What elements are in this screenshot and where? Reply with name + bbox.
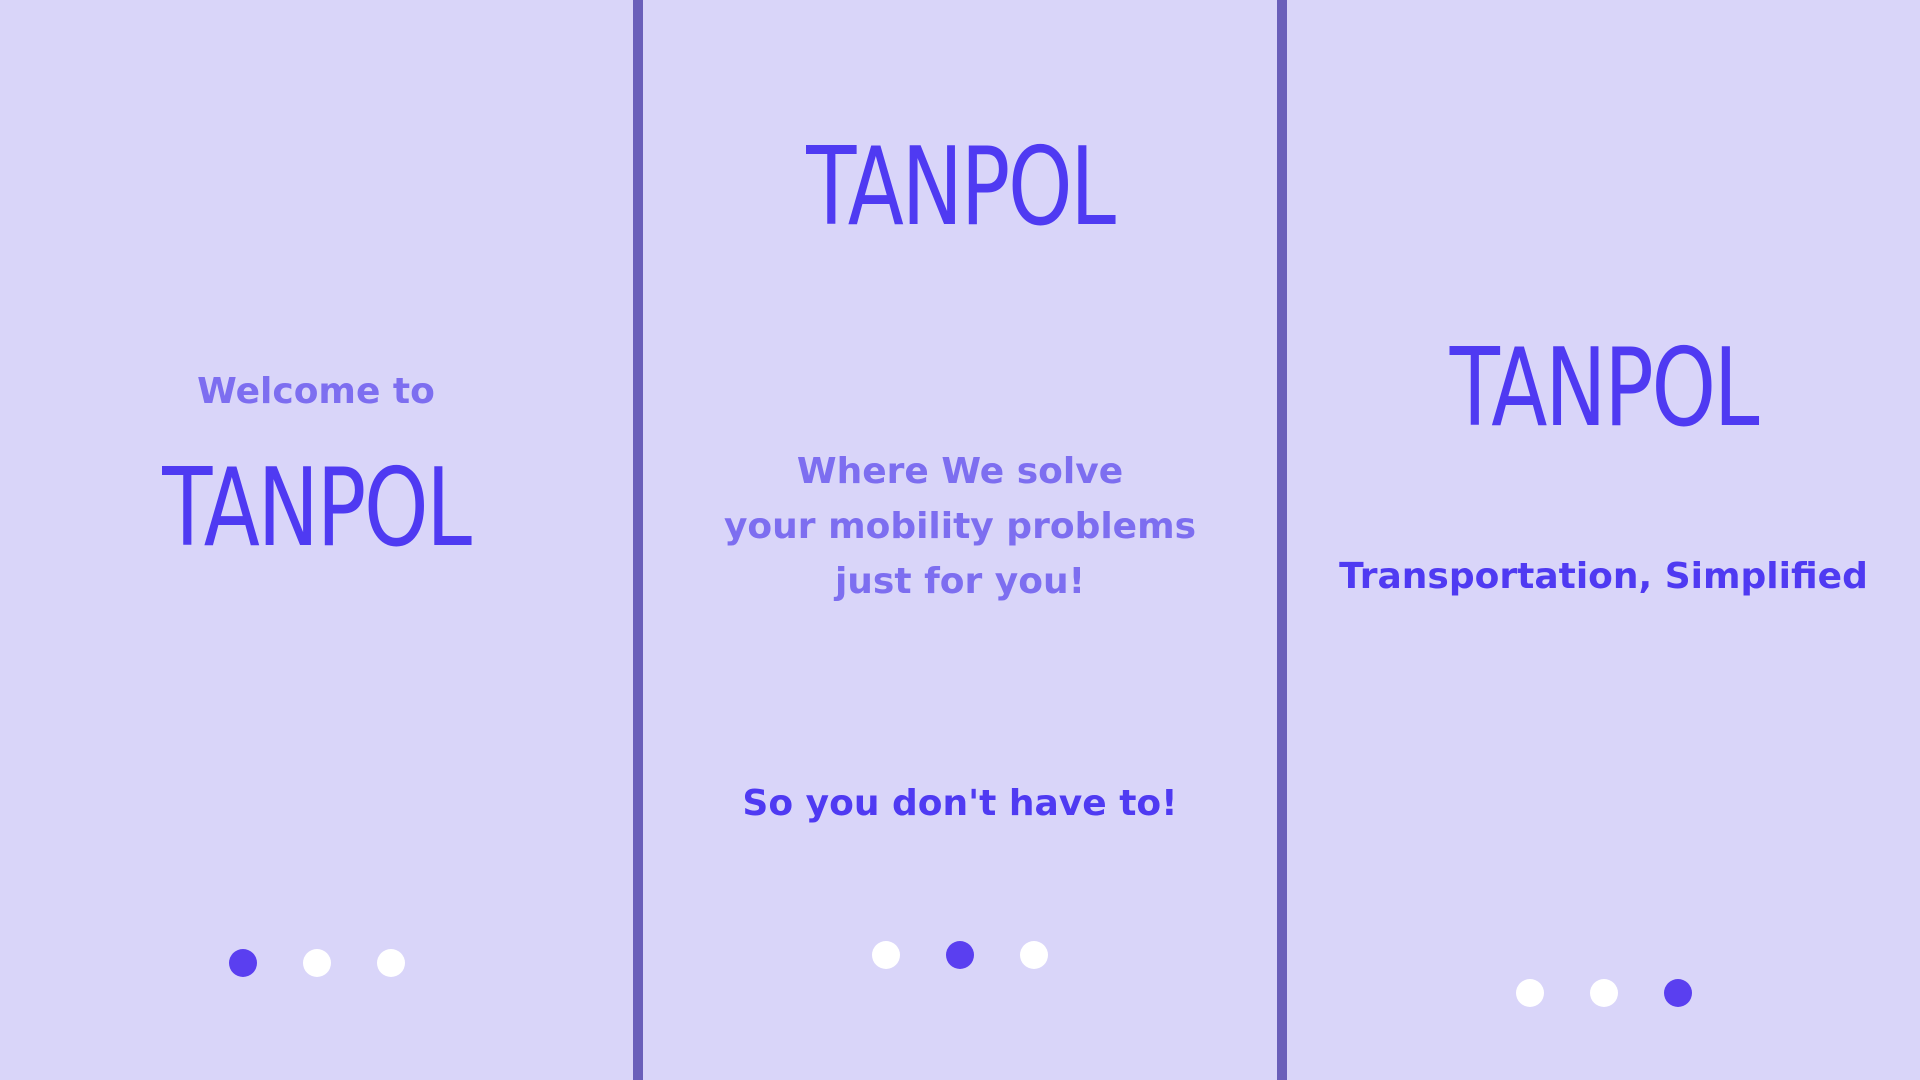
onboarding-screens: Welcome to TANPOL TANPOL Where We solve … [0,0,1920,1080]
pagination-dots [643,941,1277,971]
screen-divider [633,0,643,1080]
pagination-dots [0,949,632,979]
pagination-dot-3[interactable] [1020,941,1048,969]
pagination-dot-1[interactable] [229,949,257,977]
onboarding-screen-tagline: TANPOL Transportation, Simplified [1287,0,1920,1080]
brand-logo: TANPOL [162,446,472,571]
pagination-dot-3[interactable] [377,949,405,977]
pagination-dot-3[interactable] [1664,979,1692,1007]
screen-divider [1277,0,1287,1080]
cta-text: So you don't have to! [742,783,1178,824]
brand-logo: TANPOL [806,125,1116,250]
onboarding-screen-welcome: Welcome to TANPOL [0,0,632,1080]
tagline-line-1: Where We solve [796,451,1124,492]
pagination-dot-1[interactable] [872,941,900,969]
onboarding-screen-mission: TANPOL Where We solve your mobility prob… [643,0,1277,1080]
tagline-text: Transportation, Simplified [1339,556,1868,597]
brand-logo: TANPOL [1449,326,1760,451]
tagline-line-3: just for you! [834,561,1086,602]
pagination-dot-2[interactable] [946,941,974,969]
pagination-dots [1287,979,1920,1009]
welcome-text: Welcome to [197,371,435,412]
pagination-dot-2[interactable] [303,949,331,977]
pagination-dot-2[interactable] [1590,979,1618,1007]
tagline-line-2: your mobility problems [723,506,1197,547]
pagination-dot-1[interactable] [1516,979,1544,1007]
